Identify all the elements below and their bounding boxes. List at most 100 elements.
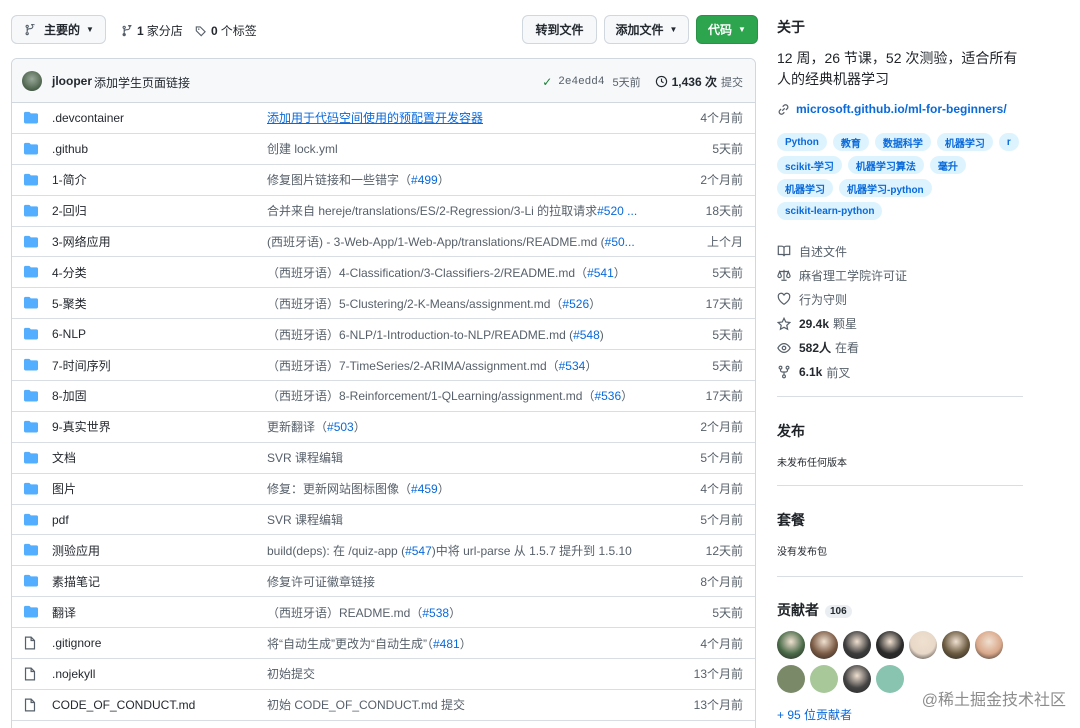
- file-name-link[interactable]: CODE_OF_CONDUCT.md: [52, 698, 195, 712]
- license-link[interactable]: 麻省理工学院许可证: [777, 263, 907, 287]
- commit-message-link[interactable]: 修复：更新网站图标图像（#459）: [267, 480, 652, 497]
- topic-tag[interactable]: r: [998, 133, 1019, 151]
- pull-request-link[interactable]: #541: [587, 266, 614, 280]
- table-row[interactable]: 1-简介 修复图片链接和一些错字（#499） 2个月前: [12, 165, 755, 196]
- avatar[interactable]: [876, 631, 904, 659]
- commit-message-link[interactable]: SVR 课程编辑: [267, 449, 652, 466]
- avatar[interactable]: [843, 631, 871, 659]
- file-name-link[interactable]: 5-聚类: [52, 295, 87, 312]
- commit-author-link[interactable]: jlooper: [52, 74, 92, 88]
- file-name-link[interactable]: 图片: [52, 480, 76, 497]
- commit-message-link[interactable]: 初始提交: [267, 665, 652, 682]
- table-row[interactable]: CODE_OF_CONDUCT.md 初始 CODE_OF_CONDUCT.md …: [12, 690, 755, 721]
- table-row[interactable]: 3-网络应用 (西班牙语) - 3-Web-App/1-Web-App/trans…: [12, 227, 755, 258]
- commit-message-link[interactable]: （西班牙语）7-TimeSeries/2-ARIMA/assignment.md…: [267, 357, 652, 374]
- file-name-link[interactable]: 9-真实世界: [52, 418, 111, 435]
- avatar[interactable]: [843, 665, 871, 693]
- topic-tag[interactable]: 毫升: [929, 156, 966, 174]
- avatar[interactable]: [909, 631, 937, 659]
- avatar[interactable]: [942, 631, 970, 659]
- file-name-link[interactable]: 8-加固: [52, 387, 87, 404]
- table-row[interactable]: 2-回归 合并来自 hereje/translations/ES/2-Regres…: [12, 196, 755, 227]
- releases-heading[interactable]: 发布: [777, 421, 805, 441]
- pull-request-link[interactable]: #547: [405, 544, 432, 558]
- file-name-link[interactable]: .gitignore: [52, 636, 101, 650]
- pull-request-link[interactable]: #536: [594, 389, 621, 403]
- file-name-link[interactable]: 4-分类: [52, 264, 87, 281]
- file-name-link[interactable]: .nojekyll: [52, 667, 95, 681]
- commit-message-link[interactable]: SVR 课程编辑: [267, 511, 652, 528]
- avatar[interactable]: [22, 71, 42, 91]
- pull-request-link[interactable]: #503: [327, 420, 354, 434]
- commit-history-link[interactable]: 1,436 次 提交: [655, 73, 743, 90]
- more-contributors-link[interactable]: + 95 位贡献者: [777, 706, 852, 723]
- table-row[interactable]: .github 创建 lock.yml 5天前: [12, 134, 755, 165]
- check-icon[interactable]: ✓: [542, 75, 552, 89]
- table-row[interactable]: 素描笔记 修复许可证徽章链接 8个月前: [12, 566, 755, 598]
- table-row[interactable]: 5-聚类 （西班牙语）5-Clustering/2-K-Means/assignm…: [12, 288, 755, 320]
- commit-message-link[interactable]: 添加学生页面链接: [94, 74, 190, 91]
- avatar[interactable]: [810, 631, 838, 659]
- table-row[interactable]: 9-真实世界 更新翻译（#503） 2个月前: [12, 412, 755, 443]
- pull-request-link[interactable]: #538: [422, 606, 449, 620]
- commit-message-link[interactable]: 修复许可证徽章链接: [267, 573, 652, 590]
- table-row[interactable]: .devcontainer 添加用于代码空间使用的预配置开发容器 4个月前: [12, 103, 755, 134]
- table-row[interactable]: 翻译 （西班牙语）README.md（#538） 5天前: [12, 597, 755, 629]
- branches-link[interactable]: 1 家分店: [121, 22, 183, 39]
- table-row[interactable]: pdf SVR 课程编辑 5个月前: [12, 505, 755, 536]
- file-name-link[interactable]: 7-时间序列: [52, 357, 111, 374]
- watchers-link[interactable]: 582人 在看: [777, 336, 907, 360]
- table-row[interactable]: 7-时间序列 （西班牙语）7-TimeSeries/2-ARIMA/assignm…: [12, 350, 755, 382]
- code-of-conduct-link[interactable]: 行为守则: [777, 287, 907, 311]
- file-name-link[interactable]: 2-回归: [52, 202, 87, 219]
- go-to-file-button[interactable]: 转到文件: [522, 15, 597, 44]
- topic-tag[interactable]: 机器学习: [777, 179, 833, 197]
- commit-message-link[interactable]: （西班牙语）4-Classification/3-Classifiers-2/R…: [267, 264, 652, 281]
- branch-select-button[interactable]: 主要的 ▼: [11, 15, 106, 44]
- pull-request-link[interactable]: #459: [411, 482, 438, 496]
- pull-request-link[interactable]: #534: [559, 359, 586, 373]
- forks-link[interactable]: 6.1k 前叉: [777, 360, 907, 384]
- pull-request-link[interactable]: #526: [562, 297, 589, 311]
- file-name-link[interactable]: pdf: [52, 513, 69, 527]
- avatar[interactable]: [777, 631, 805, 659]
- add-file-button[interactable]: 添加文件 ▼: [604, 15, 689, 44]
- readme-link[interactable]: 自述文件: [777, 239, 907, 263]
- topic-tag[interactable]: 数据科学: [874, 133, 931, 151]
- topic-tag[interactable]: 机器学习-python: [839, 179, 932, 197]
- pull-request-link[interactable]: #520 ...: [597, 204, 637, 218]
- commit-message-link[interactable]: （西班牙语）5-Clustering/2-K-Means/assignment.…: [267, 295, 652, 312]
- pull-request-link[interactable]: #481: [433, 637, 460, 651]
- code-button[interactable]: 代码 ▼: [696, 15, 758, 44]
- file-name-link[interactable]: .github: [52, 142, 88, 156]
- commit-message-link[interactable]: 初始 CODE_OF_CONDUCT.md 提交: [267, 696, 652, 713]
- file-name-link[interactable]: 文档: [52, 449, 76, 466]
- avatar[interactable]: [876, 665, 904, 693]
- table-row[interactable]: .nojekyll 初始提交 13个月前: [12, 659, 755, 690]
- tags-link[interactable]: 0 个标签: [195, 22, 257, 39]
- stars-link[interactable]: 29.4k 颗星: [777, 312, 907, 336]
- pull-request-link[interactable]: #499: [411, 173, 438, 187]
- pull-request-link[interactable]: #548: [573, 328, 600, 342]
- file-name-link[interactable]: 测验应用: [52, 542, 100, 559]
- table-row[interactable]: 测验应用 build(deps): 在 /quiz-app (#547)中将 ur…: [12, 535, 755, 567]
- table-row[interactable]: 图片 修复：更新网站图标图像（#459） 4个月前: [12, 474, 755, 505]
- commit-message-link[interactable]: 修复图片链接和一些错字（#499）: [267, 171, 652, 188]
- avatar[interactable]: [975, 631, 1003, 659]
- commit-message-link[interactable]: 将“自动生成”更改为“自动生成”（#481）: [267, 635, 652, 652]
- commit-message-link[interactable]: (西班牙语) - 3-Web-App/1-Web-App/translation…: [267, 233, 652, 250]
- contributors-heading[interactable]: 贡献者 106: [777, 600, 852, 620]
- table-row[interactable]: 文档 SVR 课程编辑 5个月前: [12, 443, 755, 474]
- file-name-link[interactable]: 素描笔记: [52, 573, 100, 590]
- commit-message-link[interactable]: 添加用于代码空间使用的预配置开发容器: [267, 109, 652, 126]
- commit-message-link[interactable]: （西班牙语）6-NLP/1-Introduction-to-NLP/README…: [267, 326, 652, 343]
- table-row[interactable]: .gitignore 将“自动生成”更改为“自动生成”（#481） 4个月前: [12, 628, 755, 660]
- file-name-link[interactable]: .devcontainer: [52, 111, 124, 125]
- commit-message-link[interactable]: （西班牙语）README.md（#538）: [267, 604, 652, 621]
- topic-tag[interactable]: scikit-learn-python: [777, 202, 883, 220]
- pull-request-link[interactable]: #50...: [605, 235, 635, 249]
- file-name-link[interactable]: 1-简介: [52, 171, 87, 188]
- topic-tag[interactable]: scikit-学习: [777, 156, 842, 174]
- homepage-link[interactable]: microsoft.github.io/ml-for-beginners/: [777, 102, 1007, 116]
- table-row[interactable]: 8-加固 （西班牙语）8-Reinforcement/1-QLearning/as…: [12, 381, 755, 412]
